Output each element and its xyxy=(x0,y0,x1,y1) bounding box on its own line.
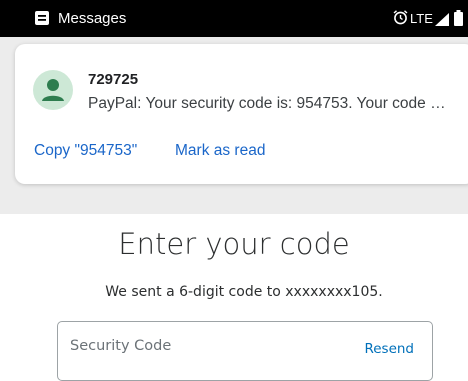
status-app-name: Messages xyxy=(58,10,127,27)
mark-as-read-button[interactable]: Mark as read xyxy=(175,141,265,160)
notification-preview: PayPal: Your security code is: 954753. Y… xyxy=(88,95,446,112)
status-bar: Messages LTE xyxy=(0,0,468,37)
messages-icon xyxy=(35,11,49,25)
page-title: Enter your code xyxy=(118,227,350,261)
resend-link[interactable]: Resend xyxy=(364,341,414,357)
security-code-placeholder: Security Code xyxy=(70,338,172,354)
network-type: LTE xyxy=(410,11,433,26)
person-icon xyxy=(33,70,73,110)
notification-card[interactable] xyxy=(15,44,468,184)
page-subtitle: We sent a 6-digit code to xxxxxxxx105. xyxy=(105,284,383,300)
security-code-input[interactable]: Security Code Resend xyxy=(57,321,433,381)
alarm-icon xyxy=(393,10,408,25)
battery-icon xyxy=(454,10,463,26)
copy-code-button[interactable]: Copy "954753" xyxy=(34,141,137,160)
notification-sender: 729725 xyxy=(88,71,139,88)
signal-icon xyxy=(435,13,449,26)
